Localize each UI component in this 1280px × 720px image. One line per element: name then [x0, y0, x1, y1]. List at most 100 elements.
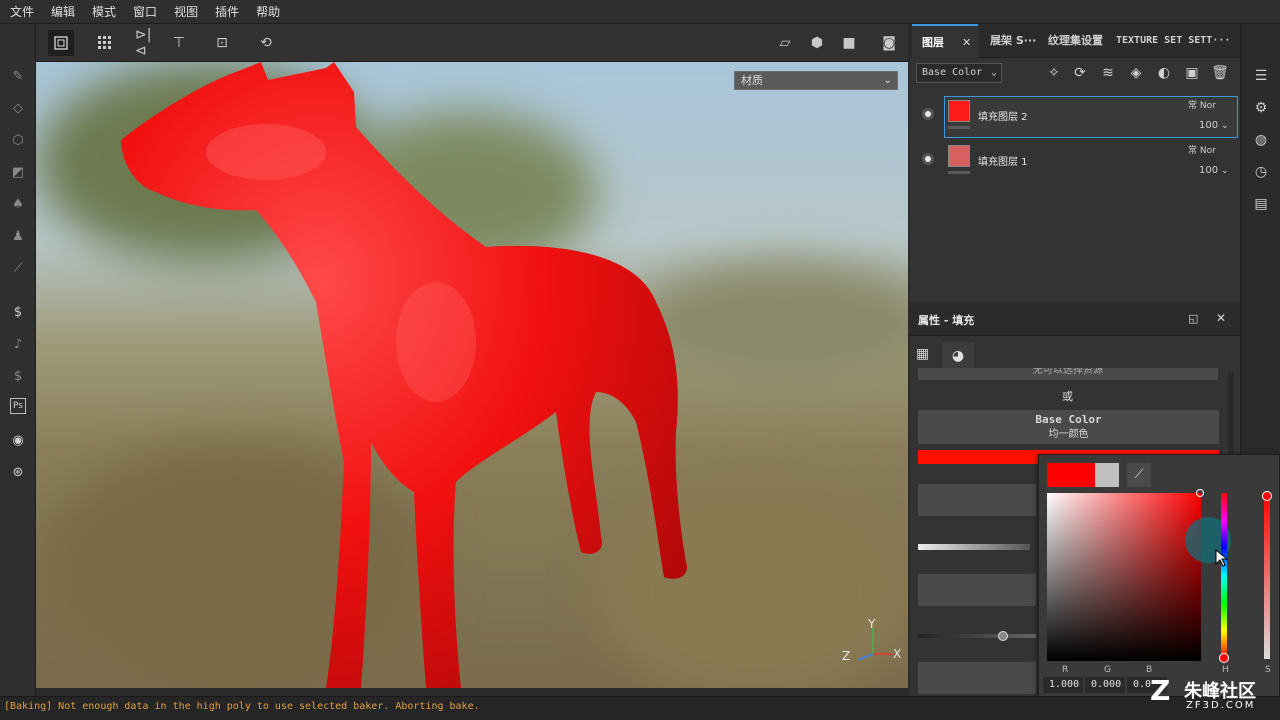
- log-clipboard-icon[interactable]: ▤: [1251, 194, 1271, 214]
- substance-icon[interactable]: $: [8, 302, 28, 322]
- history-icon[interactable]: ⟲: [253, 30, 279, 56]
- uniform-color-label: 均一颜色: [1048, 429, 1089, 440]
- watermark-z-icon: Z: [1150, 674, 1171, 707]
- status-message: [Baking] Not enough data in the high pol…: [4, 701, 480, 712]
- symmetry-select-icon[interactable]: [48, 30, 74, 56]
- add-mask-icon[interactable]: ◐: [1154, 63, 1174, 83]
- layer-thumbnail: [948, 145, 970, 167]
- frame-icon[interactable]: ⊡: [209, 30, 235, 56]
- watermark-logo: Z 朱峰社区 ZF3D.COM: [1150, 676, 1280, 716]
- visibility-eye-icon[interactable]: [922, 108, 934, 120]
- grid-icon[interactable]: [92, 30, 118, 56]
- base-color-channel[interactable]: Base Color 均一颜色: [918, 410, 1219, 444]
- close-icon[interactable]: ✕: [962, 26, 971, 60]
- tab-texture-set-settings-en[interactable]: TEXTURE SET SETT···: [1116, 24, 1230, 58]
- color-picker-popup: ⟋ R G B H S 1.000 0.000 0.0: [1038, 454, 1280, 698]
- layers-list-icon[interactable]: ☰: [1251, 66, 1271, 86]
- eraser-icon[interactable]: ◇: [8, 98, 28, 118]
- chevron-down-icon: ⌄: [883, 75, 892, 86]
- menu-file[interactable]: 文件: [10, 3, 34, 20]
- color-picker-icon[interactable]: ⟋: [8, 258, 28, 278]
- property-slot[interactable]: [918, 662, 1036, 694]
- hue-slider[interactable]: [1221, 493, 1227, 659]
- smudge-icon[interactable]: ♠: [8, 194, 28, 214]
- visibility-eye-icon[interactable]: [922, 153, 934, 165]
- photoshop-icon[interactable]: Ps: [10, 398, 26, 414]
- menu-edit[interactable]: 编辑: [51, 3, 75, 20]
- add-fill-layer-icon[interactable]: ◈: [1126, 63, 1146, 83]
- sync-icon[interactable]: ⊛: [8, 462, 28, 482]
- tab-layers[interactable]: 图层 ✕: [912, 24, 978, 58]
- layer-mask-bar: [948, 171, 970, 174]
- 3d-viewport[interactable]: Y Z X: [36, 62, 908, 688]
- material-mode-select[interactable]: 材质 ⌄: [734, 71, 898, 90]
- 3d-cube-icon[interactable]: ⬢: [804, 30, 830, 56]
- camera-video-icon[interactable]: ■: [836, 30, 862, 56]
- menu-help[interactable]: 帮助: [256, 3, 280, 20]
- add-layer-icon[interactable]: ≋: [1098, 63, 1118, 83]
- paint-brush-icon[interactable]: ✎: [8, 66, 28, 86]
- channel-select[interactable]: Base Color ⌄: [916, 63, 1002, 83]
- value-slider[interactable]: [918, 634, 1036, 638]
- history-clock-icon[interactable]: ◷: [1251, 162, 1271, 182]
- layer-blend-mode[interactable]: 常 Nor: [1188, 143, 1216, 156]
- viewport-toolbar: ⊳|⊲ ⊤ ⊡ ⟲ ▱ ⬢ ■ ◙: [36, 24, 908, 62]
- layer-row[interactable]: 填充图层 1 常 Nor 100 ⌄: [910, 139, 1240, 183]
- layers-s-icon[interactable]: $: [8, 366, 28, 386]
- menu-window[interactable]: 窗口: [133, 3, 157, 20]
- channel-g-value[interactable]: 0.000: [1085, 677, 1125, 693]
- menu-mode[interactable]: 模式: [92, 3, 116, 20]
- screenshot-camera-icon[interactable]: ◙: [876, 30, 902, 56]
- tab-texture-set-settings[interactable]: 纹理集设置: [1048, 24, 1103, 58]
- saturation-handle[interactable]: [1262, 491, 1272, 501]
- menu-view[interactable]: 视图: [174, 3, 198, 20]
- 2d-view-icon[interactable]: ▱: [772, 30, 798, 56]
- display-settings-icon[interactable]: ◍: [1251, 130, 1271, 150]
- chevron-down-icon: ⌄: [990, 67, 997, 78]
- add-generator-icon[interactable]: ⟳: [1070, 63, 1090, 83]
- mirror-x-icon[interactable]: ⊳|⊲: [135, 27, 161, 59]
- property-slot[interactable]: [918, 484, 1036, 516]
- base-color-label: Base Color: [1035, 413, 1102, 426]
- fill-settings-icon[interactable]: ▦: [916, 346, 936, 366]
- menu-plugins[interactable]: 插件: [215, 3, 239, 20]
- chevron-down-icon: ⌄: [1221, 166, 1229, 176]
- saturation-label: S: [1265, 665, 1271, 675]
- projection-icon[interactable]: ⬡: [8, 130, 28, 150]
- bell-icon[interactable]: ♪: [8, 334, 28, 354]
- settings-gear-icon[interactable]: ⚙: [1251, 98, 1271, 118]
- sv-handle[interactable]: [1196, 489, 1204, 497]
- axis-y-label: Y: [868, 617, 876, 631]
- clone-stamp-icon[interactable]: ♟: [8, 226, 28, 246]
- previous-color-swatch[interactable]: [1095, 463, 1119, 487]
- delete-icon[interactable]: 🗑: [1210, 63, 1230, 83]
- add-folder-icon[interactable]: ▣: [1182, 63, 1202, 83]
- eyedropper-icon[interactable]: ⟋: [1127, 463, 1151, 487]
- layer-opacity[interactable]: 100: [1199, 120, 1218, 131]
- property-slot[interactable]: [918, 574, 1036, 606]
- polygon-fill-icon[interactable]: ◩: [8, 162, 28, 182]
- layer-thumbnail: [948, 100, 970, 122]
- saturation-value-field[interactable]: [1047, 493, 1201, 661]
- current-color-swatch: [1047, 463, 1095, 487]
- tool-sidebar: ✎ ◇ ⬡ ◩ ♠ ♟ ⟋ $ ♪ $ Ps ◉ ⊛: [0, 24, 36, 696]
- layer-blend-mode[interactable]: 常 Nor: [1188, 98, 1216, 111]
- slider-handle[interactable]: [998, 631, 1008, 641]
- layer-row[interactable]: 填充图层 2 常 Nor 100 ⌄: [910, 94, 1240, 138]
- mirror-y-icon[interactable]: ⊤: [166, 30, 192, 56]
- export-icon[interactable]: ◉: [8, 430, 28, 450]
- hue-handle[interactable]: [1219, 653, 1229, 663]
- tab-shelf[interactable]: 展架 S···: [990, 24, 1036, 58]
- saturation-slider[interactable]: [1264, 493, 1270, 659]
- mouse-cursor-icon: [1215, 549, 1229, 567]
- channel-r-value[interactable]: 1.000: [1043, 677, 1083, 693]
- gradient-slider[interactable]: [918, 544, 1030, 550]
- axis-z-label: Z: [842, 649, 851, 663]
- layer-opacity[interactable]: 100: [1199, 165, 1218, 176]
- menu-bar: 文件 编辑 模式 窗口 视图 插件 帮助: [0, 0, 1280, 24]
- maximize-icon[interactable]: ◱: [1188, 312, 1198, 325]
- hue-label: H: [1222, 665, 1229, 675]
- close-icon[interactable]: ✕: [1216, 311, 1226, 325]
- layer-mask-bar: [948, 126, 970, 129]
- add-effect-icon[interactable]: ✧: [1044, 63, 1064, 83]
